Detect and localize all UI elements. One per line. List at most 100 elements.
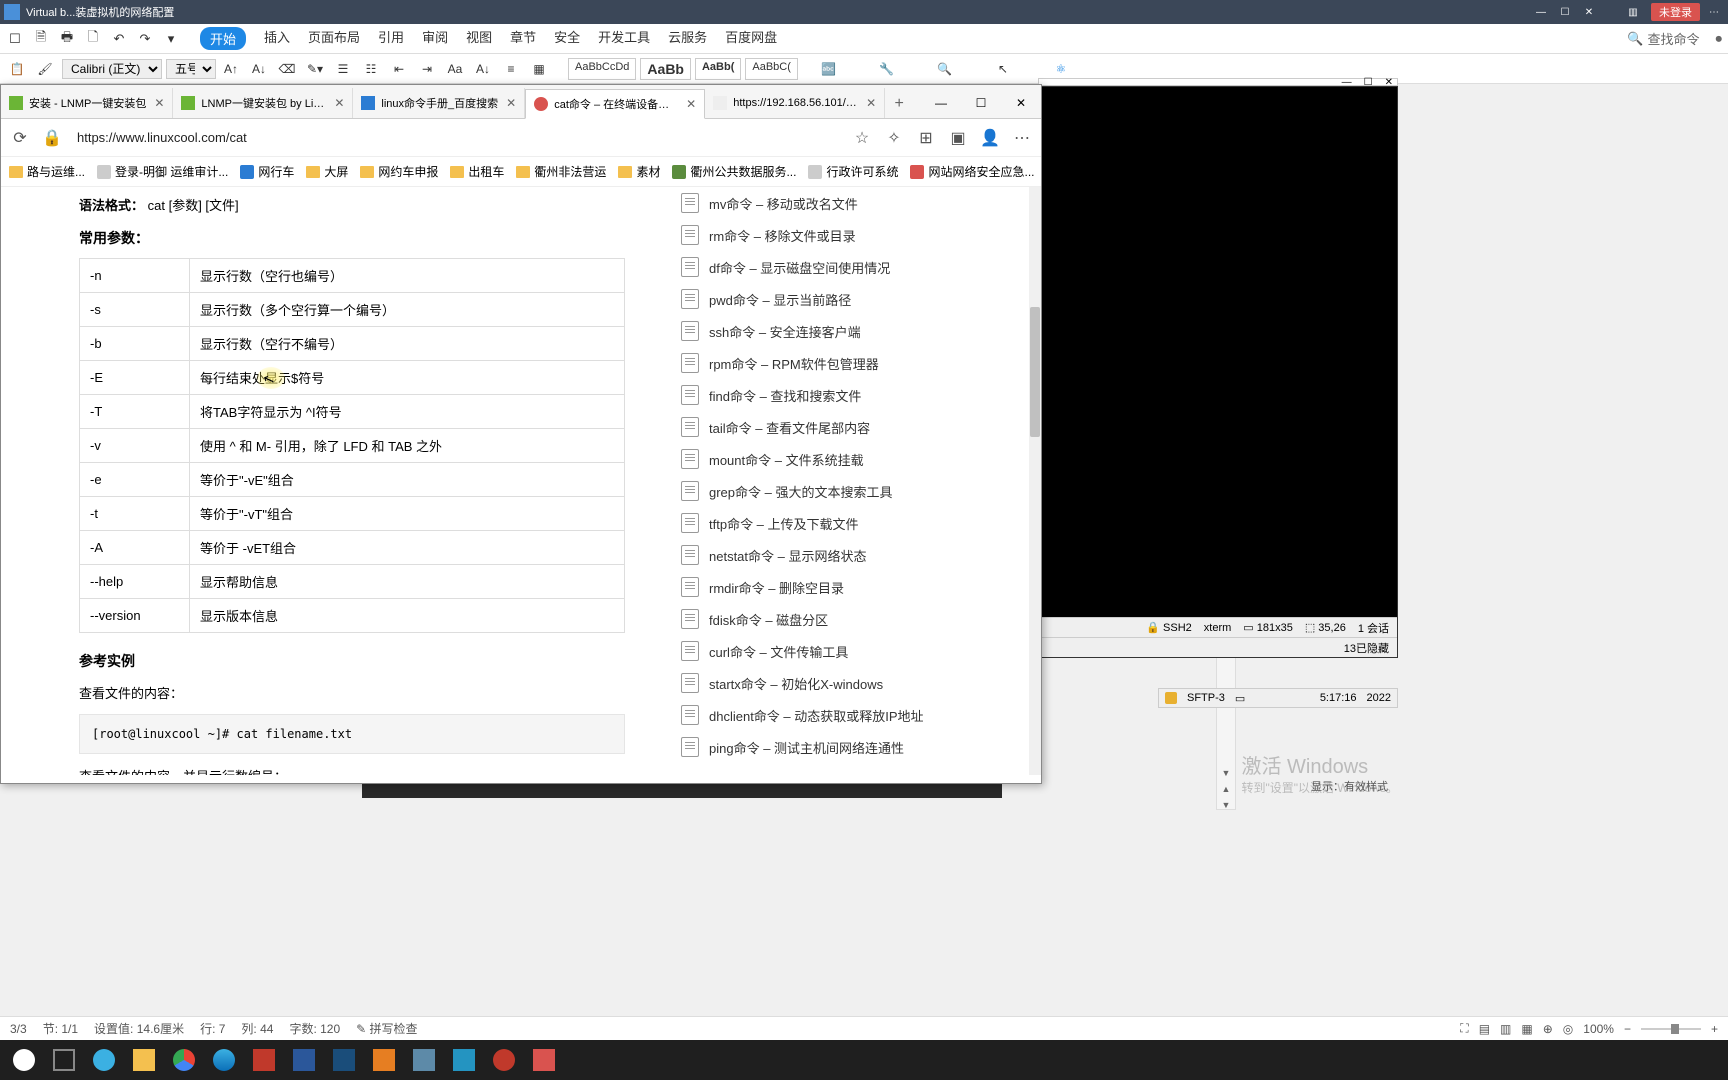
style-h3[interactable]: AaBbC( (745, 58, 798, 80)
style-h1[interactable]: AaBb (640, 58, 691, 80)
related-command-link[interactable]: ssh命令 – 安全连接客户端 (681, 315, 1021, 347)
font-decrease-icon[interactable]: A↓ (248, 58, 270, 80)
setting-indicator[interactable]: 设置值: 14.6厘米 (94, 1020, 184, 1037)
col-indicator[interactable]: 列: 44 (241, 1020, 273, 1037)
zoom-slider[interactable] (1641, 1028, 1701, 1030)
vbox-icon[interactable] (326, 1044, 362, 1076)
related-command-link[interactable]: rpm命令 – RPM软件包管理器 (681, 347, 1021, 379)
tab-baidu-search[interactable]: linux命令手册_百度搜索 ✕ (353, 88, 525, 118)
view-print-icon[interactable]: ▤ (1479, 1022, 1490, 1036)
line-height-icon[interactable]: ≡ (500, 58, 522, 80)
view-outline-icon[interactable]: ▥ (1500, 1022, 1511, 1036)
edge-icon[interactable] (206, 1044, 242, 1076)
minimize-icon[interactable]: — (1531, 4, 1551, 20)
style-h2[interactable]: AaBb( (695, 58, 741, 80)
style-normal[interactable]: AaBbCcDd (568, 58, 636, 80)
url-input[interactable] (73, 126, 841, 149)
related-command-link[interactable]: startx命令 – 初始化X-windows (681, 667, 1021, 699)
menu-start[interactable]: 开始 (200, 27, 246, 50)
bookmark-item[interactable]: 登录-明御 运维审计... (97, 163, 228, 180)
lock-icon[interactable]: 🔒 (41, 127, 63, 149)
font-size-select[interactable]: 五号 (166, 59, 216, 79)
terminal-window[interactable]: 🔒 SSH2 xterm ▭ 181x35 ⬚ 35,26 1 会话 13已隐藏 (1038, 86, 1398, 658)
bookmark-item[interactable]: 出租车 (450, 163, 504, 180)
bookmark-item[interactable]: 网行车 (240, 163, 294, 180)
related-command-link[interactable]: find命令 – 查找和搜索文件 (681, 379, 1021, 411)
zoom-in-icon[interactable]: + (1711, 1022, 1718, 1036)
app-icon-4[interactable] (526, 1044, 562, 1076)
bookmark-item[interactable]: 网约车申报 (360, 163, 438, 180)
app-icon-3[interactable] (446, 1044, 482, 1076)
reload-icon[interactable]: ⟳ (9, 127, 31, 149)
login-button[interactable]: 未登录 (1651, 3, 1700, 21)
tab-lnmp-install[interactable]: 安装 - LNMP一键安装包 ✕ (1, 88, 173, 118)
menu-icon[interactable]: ⋯ (1011, 127, 1033, 149)
tab-close-icon[interactable]: ✕ (334, 96, 344, 110)
tab-lnmp-licess[interactable]: LNMP一键安装包 by Licess ✕ (173, 88, 353, 118)
related-command-link[interactable]: fdisk命令 – 磁盘分区 (681, 603, 1021, 635)
menu-ref[interactable]: 引用 (378, 27, 404, 50)
case-icon[interactable]: Aa (444, 58, 466, 80)
close-icon[interactable]: ✕ (1579, 4, 1599, 20)
section-indicator[interactable]: 节: 1/1 (43, 1020, 78, 1037)
bookmark-item[interactable]: 路与运维... (9, 163, 85, 180)
bookmark-item[interactable]: 衢州非法营运 (516, 163, 606, 180)
tab-close-icon[interactable]: ✕ (154, 96, 164, 110)
scrollbar-thumb[interactable] (1030, 307, 1040, 437)
app-red-icon[interactable] (246, 1044, 282, 1076)
ie-icon[interactable] (86, 1044, 122, 1076)
bookmark-item[interactable]: 素材 (618, 163, 660, 180)
app-icon-2[interactable] (406, 1044, 442, 1076)
zoom-out-icon[interactable]: − (1624, 1022, 1631, 1036)
print-icon[interactable]: 🖶 (58, 30, 76, 48)
font-increase-icon[interactable]: A↑ (220, 58, 242, 80)
undo-icon[interactable]: ↶ (110, 30, 128, 48)
find-icon[interactable]: 🔤 (818, 58, 840, 80)
related-command-link[interactable]: rm命令 – 移除文件或目录 (681, 219, 1021, 251)
related-command-link[interactable]: grep命令 – 强大的文本搜索工具 (681, 475, 1021, 507)
chrome-icon[interactable] (166, 1044, 202, 1076)
related-command-link[interactable]: curl命令 – 文件传输工具 (681, 635, 1021, 667)
indent-right-icon[interactable]: ⇥ (416, 58, 438, 80)
menu-section[interactable]: 章节 (510, 27, 536, 50)
split-icon[interactable]: ▥ (1623, 4, 1643, 20)
wps-search[interactable]: 🔍 查找命令 ⏺ (1627, 29, 1722, 48)
view-web-icon[interactable]: ▦ (1521, 1022, 1532, 1036)
menu-review[interactable]: 审阅 (422, 27, 448, 50)
zoom-icon[interactable]: 🔍 (934, 58, 956, 80)
sort-icon[interactable]: A↓ (472, 58, 494, 80)
related-command-link[interactable]: pwd命令 – 显示当前路径 (681, 283, 1021, 315)
tool-icon[interactable]: 🔧 (876, 58, 898, 80)
browser-close-icon[interactable]: ✕ (1001, 88, 1041, 118)
related-command-link[interactable]: dhclient命令 – 动态获取或释放IP地址 (681, 699, 1021, 731)
collections-icon[interactable]: ⊞ (915, 127, 937, 149)
highlight-icon[interactable]: ✎▾ (304, 58, 326, 80)
profile-icon[interactable]: 👤 (979, 127, 1001, 149)
bookmark-item[interactable]: 网站网络安全应急... (910, 163, 1034, 180)
tab-close-icon[interactable]: ✕ (506, 96, 516, 110)
line-indicator[interactable]: 行: 7 (200, 1020, 225, 1037)
related-command-link[interactable]: df命令 – 显示磁盘空间使用情况 (681, 251, 1021, 283)
extension-icon[interactable]: ▣ (947, 127, 969, 149)
menu-security[interactable]: 安全 (554, 27, 580, 50)
bookmark-item[interactable]: 大屏 (306, 163, 348, 180)
menu-cloud[interactable]: 云服务 (668, 27, 707, 50)
task-view-icon[interactable] (46, 1044, 82, 1076)
select-icon[interactable]: ↖ (992, 58, 1014, 80)
table-icon[interactable]: ▦ (528, 58, 550, 80)
related-command-link[interactable]: ping命令 – 测试主机间网络连通性 (681, 731, 1021, 763)
bullet-icon[interactable]: ☰ (332, 58, 354, 80)
ai-icon[interactable]: ⚛ (1050, 58, 1072, 80)
redo-icon[interactable]: ↷ (136, 30, 154, 48)
brush-icon[interactable]: 🖌 (34, 58, 56, 80)
browser-minimize-icon[interactable]: — (921, 88, 961, 118)
more-icon[interactable]: ⋯ (1704, 4, 1724, 20)
related-command-link[interactable]: mv命令 – 移动或改名文件 (681, 187, 1021, 219)
related-command-link[interactable]: tail命令 – 查看文件尾部内容 (681, 411, 1021, 443)
menu-view[interactable]: 视图 (466, 27, 492, 50)
zoom-value[interactable]: 100% (1583, 1022, 1614, 1036)
new-tab-button[interactable]: + (885, 90, 913, 118)
page-up-icon[interactable]: ▲ (1217, 781, 1235, 797)
font-name-select[interactable]: Calibri (正文) (62, 59, 162, 79)
menu-dev[interactable]: 开发工具 (598, 27, 650, 50)
